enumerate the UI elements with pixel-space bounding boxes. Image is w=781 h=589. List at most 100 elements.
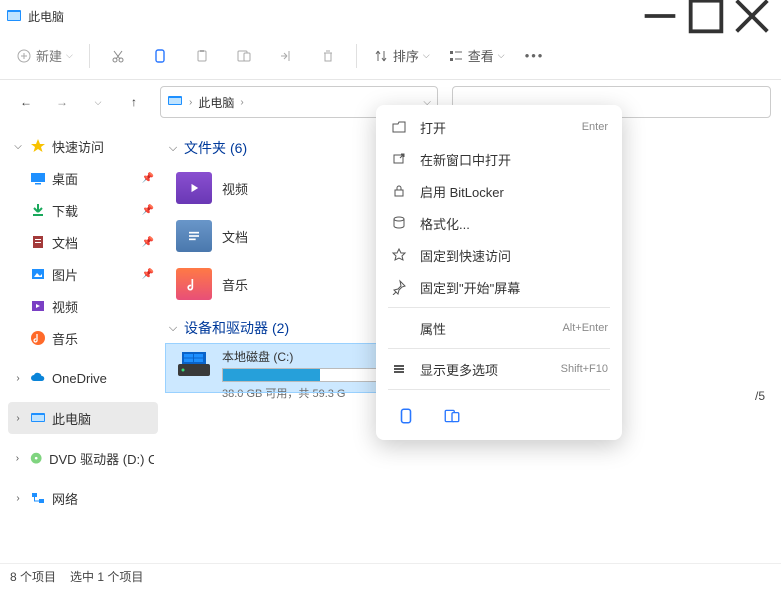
sidebar-item-label: 桌面: [52, 169, 78, 188]
sidebar-item-documents[interactable]: 文档 📌: [8, 226, 158, 258]
share-button[interactable]: [268, 40, 304, 72]
ctx-pin-start[interactable]: 固定到"开始"屏幕: [382, 271, 616, 303]
pin-icon: 📌: [142, 173, 154, 184]
sidebar-item-label: 网络: [52, 489, 78, 508]
folder-label: 文档: [222, 227, 248, 246]
chevron-down-icon[interactable]: ⌵: [166, 322, 180, 335]
ctx-open-new-window[interactable]: 在新窗口中打开: [382, 143, 616, 175]
title-bar: 此电脑: [0, 0, 781, 32]
maximize-button[interactable]: [683, 0, 729, 32]
window-title: 此电脑: [28, 8, 64, 25]
crumb-sep-icon: ›: [189, 97, 192, 108]
sidebar-item-downloads[interactable]: 下载 📌: [8, 194, 158, 226]
ctx-hint: Alt+Enter: [562, 322, 608, 334]
chevron-right-icon[interactable]: ›: [12, 373, 24, 384]
sidebar-item-desktop[interactable]: 桌面 📌: [8, 162, 158, 194]
ctx-label: 属性: [420, 319, 550, 338]
cut-button[interactable]: [100, 40, 136, 72]
back-button[interactable]: ←: [10, 86, 42, 118]
rename-button[interactable]: [226, 40, 262, 72]
new-window-icon: [390, 151, 408, 167]
pc-icon: [30, 410, 46, 426]
sidebar-thispc[interactable]: › 此电脑: [8, 402, 158, 434]
ctx-label: 在新窗口中打开: [420, 150, 608, 169]
sidebar-quick-access[interactable]: ⌵ 快速访问: [8, 130, 158, 162]
ctx-properties[interactable]: 属性 Alt+Enter: [382, 312, 616, 344]
sidebar-item-label: 此电脑: [52, 409, 91, 428]
ctx-label: 固定到快速访问: [420, 246, 608, 265]
status-items: 8 个项目: [10, 568, 56, 585]
ctx-rename-button[interactable]: [436, 400, 468, 432]
ctx-hint: Enter: [582, 121, 608, 133]
folder-label: 视频: [222, 179, 248, 198]
new-button[interactable]: 新建 ⌵: [10, 40, 79, 72]
folder-documents[interactable]: 文档: [166, 212, 346, 260]
pin-icon: 📌: [142, 269, 154, 280]
pager-label: /5: [755, 389, 765, 403]
minimize-button[interactable]: [637, 0, 683, 32]
document-folder-icon: [176, 220, 212, 252]
group-count: (2): [272, 320, 289, 336]
more-button[interactable]: •••: [517, 40, 553, 72]
ctx-pin-quick[interactable]: 固定到快速访问: [382, 239, 616, 271]
pin-icon: 📌: [142, 237, 154, 248]
ctx-copy-button[interactable]: [390, 400, 422, 432]
sidebar-item-pictures[interactable]: 图片 📌: [8, 258, 158, 290]
group-label: 设备和驱动器: [184, 318, 268, 338]
pin-icon: 📌: [142, 205, 154, 216]
sort-button[interactable]: 排序 ⌵: [367, 40, 436, 72]
sidebar-dvd[interactable]: › DVD 驱动器 (D:) CP: [8, 442, 158, 474]
folder-music[interactable]: 音乐: [166, 260, 346, 308]
forward-button[interactable]: →: [46, 86, 78, 118]
recent-button[interactable]: ⌵: [82, 86, 114, 118]
group-count: (6): [230, 140, 247, 156]
desktop-icon: [30, 170, 46, 186]
sidebar-item-videos[interactable]: 视频: [8, 290, 158, 322]
ctx-more-options[interactable]: 显示更多选项 Shift+F10: [382, 353, 616, 385]
sidebar-item-label: 文档: [52, 233, 78, 252]
up-button[interactable]: ↑: [118, 86, 150, 118]
cloud-icon: [30, 370, 46, 386]
ctx-open[interactable]: 打开 Enter: [382, 111, 616, 143]
context-menu: 打开 Enter 在新窗口中打开 启用 BitLocker 格式化... 固定到…: [376, 105, 622, 440]
chevron-down-icon[interactable]: ⌵: [12, 141, 24, 152]
disc-icon: [29, 450, 43, 466]
download-icon: [30, 202, 46, 218]
ctx-format[interactable]: 格式化...: [382, 207, 616, 239]
chevron-right-icon[interactable]: ›: [12, 413, 24, 424]
sidebar-network[interactable]: › 网络: [8, 482, 158, 514]
music-folder-icon: [176, 268, 212, 300]
sidebar-item-label: 音乐: [52, 329, 78, 348]
ctx-label: 启用 BitLocker: [420, 182, 608, 201]
paste-button[interactable]: [184, 40, 220, 72]
delete-button[interactable]: [310, 40, 346, 72]
more-icon: [390, 361, 408, 377]
sidebar-item-label: 图片: [52, 265, 78, 284]
copy-button[interactable]: [142, 40, 178, 72]
video-folder-icon: [176, 172, 212, 204]
chevron-down-icon[interactable]: ⌵: [166, 142, 180, 155]
drive-icon: [176, 348, 212, 380]
group-label: 文件夹: [184, 138, 226, 158]
view-button[interactable]: 查看 ⌵: [442, 40, 511, 72]
status-bar: 8 个项目 选中 1 个项目: [0, 563, 781, 589]
new-label: 新建: [36, 46, 62, 65]
lock-icon: [390, 183, 408, 199]
chevron-right-icon[interactable]: ›: [12, 493, 24, 504]
ctx-bitlocker[interactable]: 启用 BitLocker: [382, 175, 616, 207]
sidebar-item-music[interactable]: 音乐: [8, 322, 158, 354]
view-label: 查看: [468, 46, 494, 65]
breadcrumb-thispc[interactable]: 此电脑: [198, 94, 234, 111]
close-button[interactable]: [729, 0, 775, 32]
chevron-right-icon[interactable]: ›: [12, 453, 23, 464]
music-icon: [30, 330, 46, 346]
crumb-sep-icon: ›: [240, 97, 243, 108]
sidebar-onedrive[interactable]: › OneDrive: [8, 362, 158, 394]
picture-icon: [30, 266, 46, 282]
app-icon: [6, 8, 22, 24]
pin-icon: [390, 279, 408, 295]
ctx-label: 固定到"开始"屏幕: [420, 278, 608, 297]
folder-videos[interactable]: 视频: [166, 164, 346, 212]
pc-icon: [167, 93, 183, 112]
folder-label: 音乐: [222, 275, 248, 294]
